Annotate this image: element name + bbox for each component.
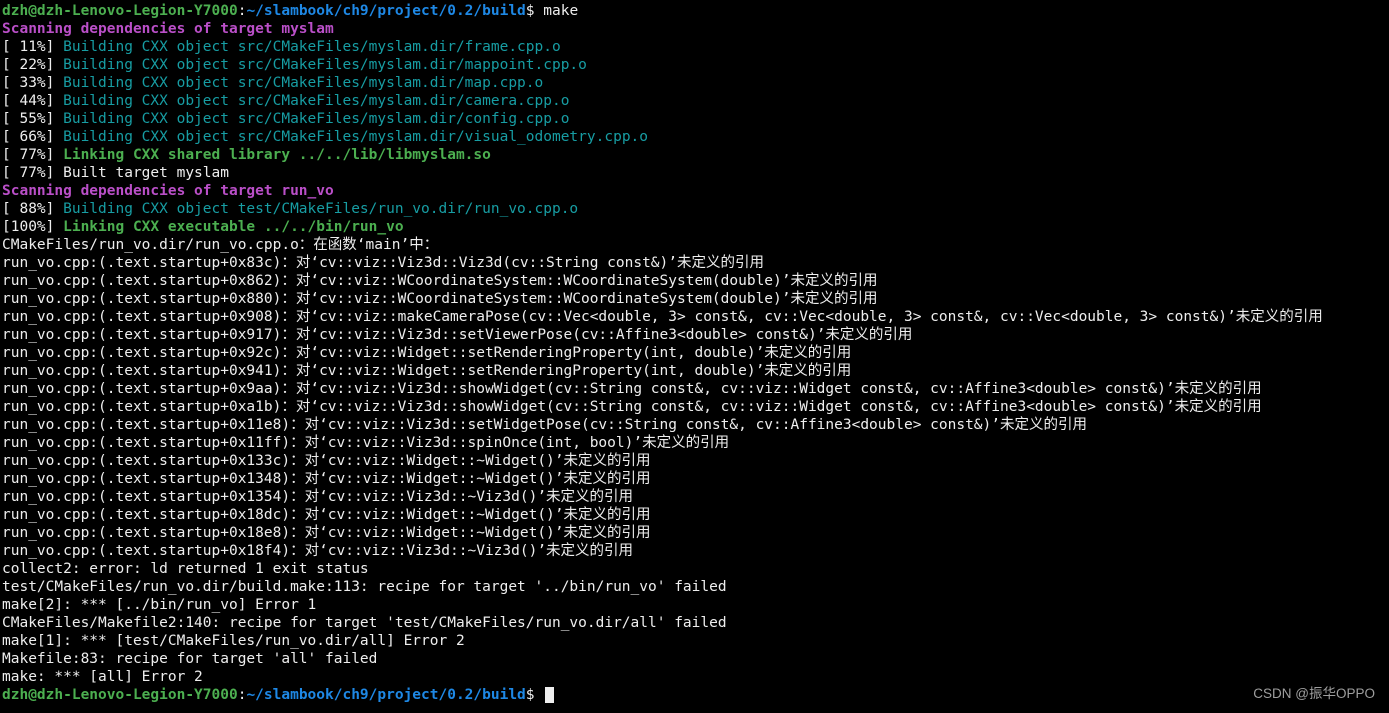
error-line: run_vo.cpp:(.text.startup+0x908)：对‘cv::v… (2, 308, 1387, 326)
error-line: run_vo.cpp:(.text.startup+0x9aa)：对‘cv::v… (2, 380, 1387, 398)
error-line: run_vo.cpp:(.text.startup+0x92c)：对‘cv::v… (2, 344, 1387, 362)
error-line: make[2]: *** [../bin/run_vo] Error 1 (2, 596, 1387, 614)
error-line: CMakeFiles/Makefile2:140: recipe for tar… (2, 614, 1387, 632)
error-line: run_vo.cpp:(.text.startup+0x880)：对‘cv::v… (2, 290, 1387, 308)
error-line: make[1]: *** [test/CMakeFiles/run_vo.dir… (2, 632, 1387, 650)
error-line: CMakeFiles/run_vo.dir/run_vo.cpp.o：在函数‘m… (2, 236, 1387, 254)
error-line: test/CMakeFiles/run_vo.dir/build.make:11… (2, 578, 1387, 596)
error-line: run_vo.cpp:(.text.startup+0x1348)：对‘cv::… (2, 470, 1387, 488)
error-line: run_vo.cpp:(.text.startup+0x11ff)：对‘cv::… (2, 434, 1387, 452)
error-line: run_vo.cpp:(.text.startup+0x1354)：对‘cv::… (2, 488, 1387, 506)
error-line: collect2: error: ld returned 1 exit stat… (2, 560, 1387, 578)
error-line: Makefile:83: recipe for target 'all' fai… (2, 650, 1387, 668)
error-line: run_vo.cpp:(.text.startup+0x18f4)：对‘cv::… (2, 542, 1387, 560)
error-line: run_vo.cpp:(.text.startup+0x917)：对‘cv::v… (2, 326, 1387, 344)
prompt-line: dzh@dzh-Lenovo-Legion-Y7000:~/slambook/c… (2, 2, 1387, 20)
error-line: run_vo.cpp:(.text.startup+0xa1b)：对‘cv::v… (2, 398, 1387, 416)
cursor (545, 687, 554, 703)
error-line: run_vo.cpp:(.text.startup+0x133c)：对‘cv::… (2, 452, 1387, 470)
error-line: run_vo.cpp:(.text.startup+0x941)：对‘cv::v… (2, 362, 1387, 380)
error-line: make: *** [all] Error 2 (2, 668, 1387, 686)
terminal-output[interactable]: dzh@dzh-Lenovo-Legion-Y7000:~/slambook/c… (2, 2, 1387, 704)
error-line: run_vo.cpp:(.text.startup+0x11e8)：对‘cv::… (2, 416, 1387, 434)
error-line: run_vo.cpp:(.text.startup+0x18e8)：对‘cv::… (2, 524, 1387, 542)
error-line: run_vo.cpp:(.text.startup+0x83c)：对‘cv::v… (2, 254, 1387, 272)
watermark: CSDN @振华OPPO (1253, 685, 1375, 703)
prompt-line[interactable]: dzh@dzh-Lenovo-Legion-Y7000:~/slambook/c… (2, 686, 1387, 704)
error-line: run_vo.cpp:(.text.startup+0x862)：对‘cv::v… (2, 272, 1387, 290)
error-line: run_vo.cpp:(.text.startup+0x18dc)：对‘cv::… (2, 506, 1387, 524)
